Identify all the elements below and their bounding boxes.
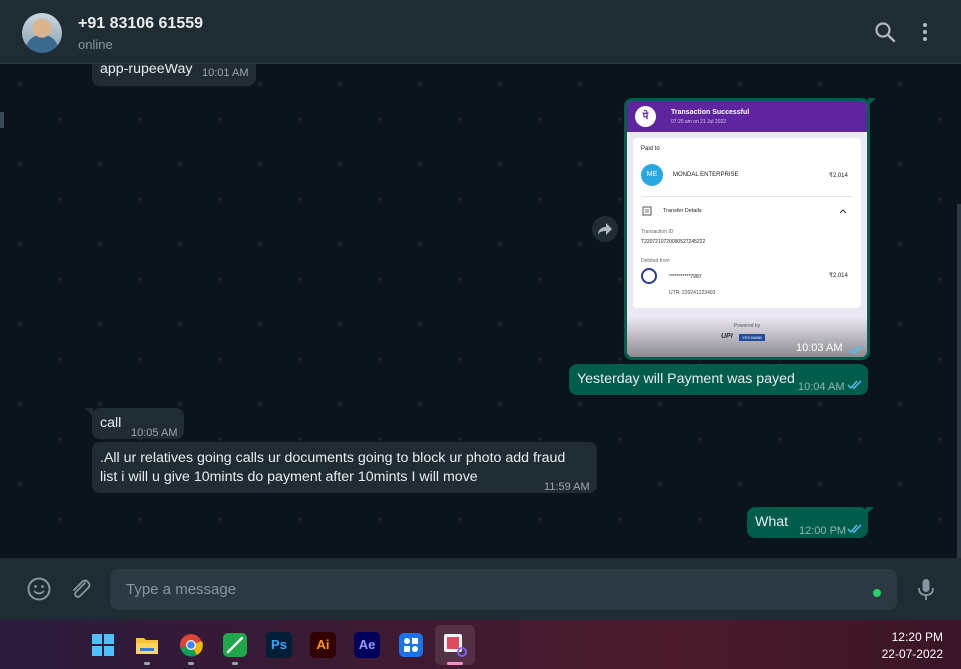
message-time: 10:03 AM: [796, 342, 843, 354]
widget-app-icon[interactable]: [398, 632, 424, 658]
windows-taskbar: Ps Ai Ae 12:20 PM 22-07-2022: [0, 620, 961, 669]
forward-button[interactable]: [592, 216, 618, 242]
scroll-marker: [0, 112, 4, 128]
double-check-icon: [847, 524, 862, 534]
powered-by-label: Powered by: [733, 323, 761, 329]
message-incoming[interactable]: app-rupeeWay 10:01 AM: [92, 64, 256, 86]
divider: [641, 196, 853, 197]
double-check-icon: [847, 380, 862, 390]
payment-receipt-image[interactable]: पे Transaction Successful 07:20 am on 21…: [627, 101, 867, 357]
receipt-card: Paid to ME MONDAL ENTERPRISE ₹2,014 Tran…: [633, 138, 861, 308]
chevron-up-icon: [839, 209, 847, 214]
pen-app-icon[interactable]: [222, 632, 248, 658]
chat-header: +91 83106 61559 online: [0, 0, 961, 64]
contact-status: online: [78, 37, 113, 52]
yes-bank-logo: YES BANK: [739, 334, 766, 341]
message-text: Yesterday will Payment was payed: [577, 371, 795, 387]
message-incoming[interactable]: .All ur relatives going calls ur documen…: [92, 442, 597, 493]
contact-avatar[interactable]: [22, 13, 62, 53]
message-time: 10:05 AM: [131, 427, 178, 439]
emoji-icon[interactable]: [26, 576, 52, 602]
bank-logo-icon: [641, 268, 657, 284]
paid-to-label: Paid to: [641, 146, 660, 152]
bubble-tail: [868, 98, 876, 106]
photoshop-icon[interactable]: Ps: [266, 632, 292, 658]
illustrator-icon[interactable]: Ai: [310, 632, 336, 658]
message-time: 10:01 AM: [202, 67, 249, 79]
search-icon[interactable]: [873, 20, 897, 44]
transaction-id: T2207210720090527245222: [641, 239, 706, 245]
contact-name[interactable]: +91 83106 61559: [78, 15, 203, 33]
debited-from-label: Debited from: [641, 258, 670, 264]
file-explorer-icon[interactable]: [134, 632, 160, 658]
more-vertical-icon[interactable]: [913, 20, 937, 44]
bubble-tail: [85, 408, 93, 416]
message-outgoing[interactable]: What 12:00 PM: [747, 507, 868, 538]
transaction-id-label: Transaction ID: [641, 229, 674, 235]
after-effects-icon[interactable]: Ae: [354, 632, 380, 658]
running-indicator: [188, 662, 194, 665]
message-outgoing[interactable]: Yesterday will Payment was payed 10:04 A…: [569, 364, 868, 395]
receipt-header: पे Transaction Successful 07:20 am on 21…: [627, 101, 867, 132]
chat-scrollbar[interactable]: [957, 204, 961, 558]
document-icon: [642, 206, 652, 216]
phonepe-logo-icon: पे: [635, 106, 656, 127]
running-indicator: [232, 662, 238, 665]
message-incoming[interactable]: call 10:05 AM: [92, 408, 184, 439]
composer-bar: [0, 558, 961, 620]
running-indicator: [144, 662, 150, 665]
windows-start-icon[interactable]: [90, 632, 116, 658]
upi-logo: UPI: [721, 333, 733, 340]
message-text-line-2: list i will u give 10mints do payment af…: [100, 469, 478, 485]
clock-time[interactable]: 12:20 PM: [892, 630, 943, 644]
message-time: 12:00 PM: [799, 525, 847, 537]
debit-amount: ₹2,014: [829, 273, 848, 279]
message-time: 11:59 AM: [544, 481, 590, 493]
message-text: call: [100, 415, 122, 431]
message-input[interactable]: [126, 569, 856, 610]
payee-amount: ₹2,014: [829, 173, 848, 179]
message-text-line-1: .All ur relatives going calls ur documen…: [100, 450, 566, 466]
status-dot: [873, 589, 881, 597]
payee-name: MONDAL ENTERPRISE: [673, 172, 739, 178]
forward-icon: [598, 223, 612, 235]
account-masked: ***********7987: [669, 274, 702, 280]
message-time: 10:04 AM: [798, 381, 845, 393]
utr-number: UTR: 220241223493: [669, 290, 716, 296]
snipping-tool-icon[interactable]: [442, 632, 468, 658]
message-composer[interactable]: [110, 569, 897, 610]
payee-avatar: ME: [641, 164, 663, 186]
mic-icon[interactable]: [913, 576, 939, 602]
double-check-icon: [848, 345, 863, 355]
message-text: app-rupeeWay: [100, 64, 193, 77]
chat-area[interactable]: app-rupeeWay 10:01 AM पे Transaction Suc…: [0, 64, 961, 558]
message-text: What: [755, 514, 789, 530]
receipt-title: Transaction Successful: [671, 109, 750, 116]
transfer-details-label: Transfer Details: [663, 208, 702, 214]
attach-icon[interactable]: [67, 576, 93, 602]
active-indicator: [447, 662, 463, 665]
bubble-tail: [866, 507, 874, 515]
chrome-icon[interactable]: [178, 632, 204, 658]
message-outgoing-image[interactable]: पे Transaction Successful 07:20 am on 21…: [624, 98, 870, 360]
receipt-subtitle: 07:20 am on 21 Jul 2022: [671, 119, 727, 125]
clock-date[interactable]: 22-07-2022: [882, 647, 943, 661]
